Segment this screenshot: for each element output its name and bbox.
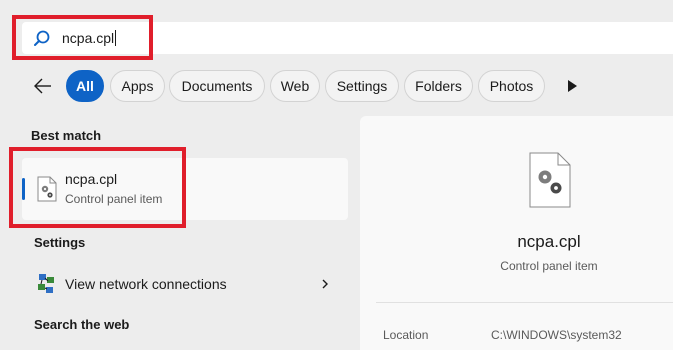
location-label: Location xyxy=(383,328,429,342)
selection-indicator xyxy=(22,178,25,200)
filter-chip-settings[interactable]: Settings xyxy=(325,70,399,102)
preview-title: ncpa.cpl xyxy=(517,232,581,251)
play-more-icon[interactable] xyxy=(565,78,579,94)
filter-chip-web[interactable]: Web xyxy=(270,70,320,102)
text-caret xyxy=(115,30,117,46)
preview-divider xyxy=(376,302,673,303)
filter-chip-photos[interactable]: Photos xyxy=(478,70,545,102)
best-match-title: ncpa.cpl xyxy=(65,171,118,187)
filter-chip-folders[interactable]: Folders xyxy=(404,70,473,102)
settings-item-label: View network connections xyxy=(65,276,227,292)
search-input[interactable]: ncpa.cpl xyxy=(62,29,117,47)
best-match-subtitle: Control panel item xyxy=(65,192,163,206)
settings-item-view-network-connections[interactable]: View network connections xyxy=(22,266,348,302)
control-panel-file-icon xyxy=(37,176,57,202)
back-arrow-icon[interactable] xyxy=(32,75,54,97)
preview-subtitle: Control panel item xyxy=(500,259,598,273)
preview-panel: ncpa.cpl Control panel item Location C:\… xyxy=(360,116,673,350)
search-bar[interactable]: ncpa.cpl xyxy=(22,22,673,54)
settings-header: Settings xyxy=(34,235,86,250)
best-match-header: Best match xyxy=(31,128,102,143)
network-connections-icon xyxy=(38,274,54,293)
search-web-header: Search the web xyxy=(34,317,130,332)
control-panel-file-large-icon xyxy=(529,152,571,208)
filter-chip-apps[interactable]: Apps xyxy=(110,70,165,102)
location-value: C:\WINDOWS\system32 xyxy=(491,328,622,342)
best-match-result[interactable]: ncpa.cpl Control panel item xyxy=(22,158,348,220)
filter-chip-documents[interactable]: Documents xyxy=(169,70,265,102)
search-icon xyxy=(34,30,50,46)
filter-chip-all[interactable]: All xyxy=(66,70,104,102)
chevron-right-icon xyxy=(322,279,328,289)
